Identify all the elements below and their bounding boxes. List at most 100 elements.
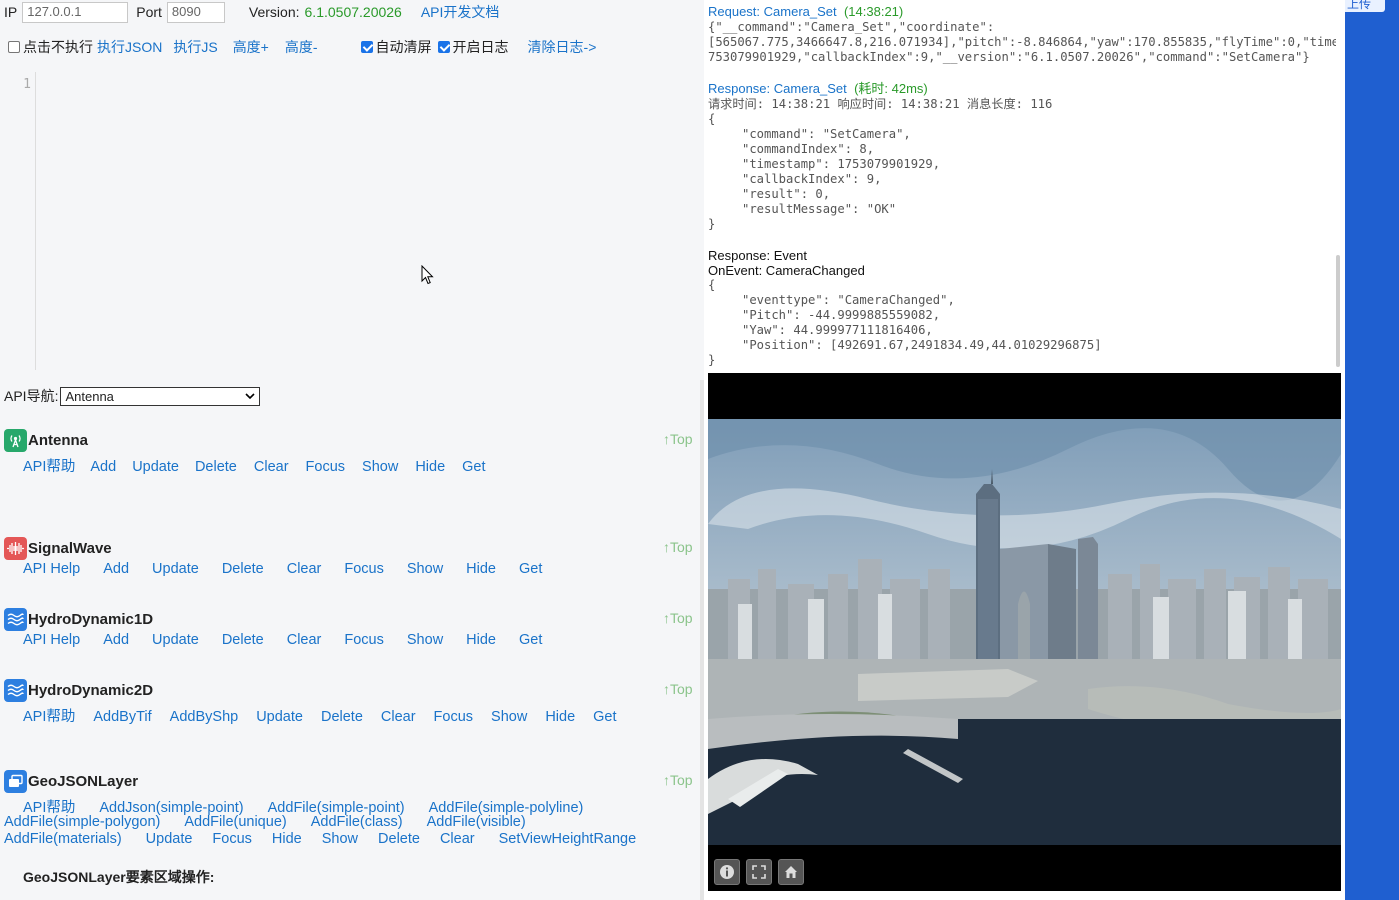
op-link[interactable]: Show [407, 561, 443, 577]
op-link[interactable]: API帮助 [23, 455, 75, 476]
height-minus-button[interactable]: 高度- [285, 37, 318, 57]
ip-input[interactable]: 127.0.0.1 [22, 1, 129, 23]
response-body-line: "command": "SetCamera", [742, 127, 911, 141]
op-link[interactable]: Get [593, 709, 616, 725]
click-no-exec-label: 点击不执行 [23, 39, 93, 55]
op-link[interactable]: Delete [378, 831, 420, 847]
op-link[interactable]: API帮助 [23, 705, 75, 726]
op-link[interactable]: AddFile(class) [311, 814, 403, 830]
op-link[interactable]: Add [103, 561, 129, 577]
op-link[interactable]: AddFile(unique) [184, 814, 286, 830]
op-link[interactable]: API Help [23, 561, 80, 577]
op-link[interactable]: Delete [321, 709, 363, 725]
op-link[interactable]: Show [491, 709, 527, 725]
home-button[interactable] [778, 859, 804, 885]
op-link[interactable]: Update [132, 459, 179, 475]
event-head: Response: Event [708, 248, 808, 263]
request-body-line: 753079901929,"callbackIndex":9,"__versio… [708, 50, 1310, 64]
op-link[interactable]: Hide [466, 561, 496, 577]
section-signalwave: SignalWave [4, 537, 112, 560]
upload-button[interactable]: 上传 [1345, 0, 1385, 12]
right-sidebar: 上传 [1345, 0, 1399, 900]
brace: { [708, 112, 716, 126]
op-link[interactable]: Get [519, 561, 542, 577]
op-link[interactable]: Focus [344, 632, 384, 648]
action-toolbar: 点击不执行 执行JSON 执行JS 高度+ 高度- 自动清屏 开启日志 清除日志… [8, 37, 596, 57]
op-link[interactable]: SetViewHeightRange [499, 831, 637, 847]
op-link[interactable]: AddByTif [93, 709, 151, 725]
op-link[interactable]: Add [90, 459, 116, 475]
op-link[interactable]: API Help [23, 632, 80, 648]
op-link[interactable]: Get [519, 632, 542, 648]
auto-clear-label: 自动清屏 [375, 39, 432, 55]
op-link[interactable]: Focus [434, 709, 474, 725]
op-link[interactable]: AddByShp [170, 709, 239, 725]
op-link[interactable]: Update [256, 709, 303, 725]
op-link[interactable]: Hide [415, 459, 445, 475]
hydro1d-ops: API Help Add Update Delete Clear Focus Show Hid… [23, 632, 542, 648]
op-link[interactable]: Hide [272, 831, 302, 847]
antenna-ops: API帮助 Add Update Delete Clear Focus Show Hide Ge… [23, 455, 486, 476]
line-gutter: 1 [0, 72, 36, 370]
section-geojson: GeoJSONLayer [4, 770, 138, 793]
clear-log-button[interactable]: 清除日志-> [528, 37, 597, 57]
op-link[interactable]: Clear [254, 459, 289, 475]
op-link[interactable]: Add [103, 632, 129, 648]
log-scrollbar[interactable] [1336, 255, 1340, 367]
top-link[interactable]: ↑Top [663, 539, 693, 555]
op-link[interactable]: AddFile(visible) [427, 814, 526, 830]
op-link[interactable]: Focus [306, 459, 346, 475]
brace: { [708, 278, 716, 292]
op-link[interactable]: Delete [222, 561, 264, 577]
op-link[interactable]: Update [146, 831, 193, 847]
op-link[interactable]: Delete [195, 459, 237, 475]
op-link[interactable]: Show [362, 459, 398, 475]
top-link[interactable]: ↑Top [663, 610, 693, 626]
request-body-line: {"__command":"Camera_Set","coordinate": [708, 20, 995, 34]
op-link[interactable]: Show [407, 632, 443, 648]
height-plus-button[interactable]: 高度+ [233, 37, 269, 57]
op-link[interactable]: AddFile(simple-polygon) [4, 814, 160, 830]
section-title: Antenna [28, 432, 88, 449]
top-link[interactable]: ↑Top [663, 681, 693, 697]
api-nav-select[interactable]: Antenna [60, 386, 261, 406]
op-link[interactable]: Clear [381, 709, 416, 725]
top-link[interactable]: ↑Top [663, 431, 693, 447]
response-head: Response: Camera_Set [708, 81, 847, 96]
3d-viewer[interactable] [708, 373, 1341, 891]
op-link[interactable]: Clear [440, 831, 475, 847]
op-link[interactable]: Clear [287, 561, 322, 577]
exec-js-button[interactable]: 执行JS [173, 37, 217, 57]
exec-json-button[interactable]: 执行JSON [97, 37, 162, 57]
op-link[interactable]: Hide [545, 709, 575, 725]
op-link[interactable]: AddFile(materials) [4, 831, 122, 847]
op-link[interactable]: Update [152, 632, 199, 648]
op-link[interactable]: Focus [344, 561, 384, 577]
op-link[interactable]: Get [462, 459, 485, 475]
home-icon [785, 866, 797, 878]
response-body-line: "resultMessage": "OK" [742, 202, 897, 216]
op-link[interactable]: Focus [212, 831, 252, 847]
response-body-line: "callbackIndex": 9, [742, 172, 882, 186]
op-link[interactable]: Clear [287, 632, 322, 648]
click-no-exec-checkbox[interactable] [8, 41, 20, 53]
mouse-cursor-icon [421, 265, 434, 285]
signalwave-ops: API Help Add Update Delete Clear Focus Show Hid… [23, 561, 542, 577]
water-wave-icon [4, 679, 27, 702]
section-title: SignalWave [28, 540, 112, 557]
api-doc-link[interactable]: API开发文档 [421, 2, 500, 22]
section-hydro2d: HydroDynamic2D [4, 679, 153, 702]
event-name: OnEvent: CameraChanged [708, 263, 865, 278]
fullscreen-button[interactable] [746, 859, 772, 885]
port-input[interactable]: 8090 [166, 1, 225, 23]
op-link[interactable]: Show [322, 831, 358, 847]
top-link[interactable]: ↑Top [663, 772, 693, 788]
op-link[interactable]: Update [152, 561, 199, 577]
auto-clear-checkbox[interactable] [360, 41, 373, 53]
section-hydro1d: HydroDynamic1D [4, 608, 153, 631]
op-link[interactable]: Hide [466, 632, 496, 648]
open-log-checkbox[interactable] [437, 41, 450, 53]
op-link[interactable]: Delete [222, 632, 264, 648]
info-button[interactable] [714, 859, 740, 885]
code-editor[interactable]: 1 [0, 72, 704, 370]
